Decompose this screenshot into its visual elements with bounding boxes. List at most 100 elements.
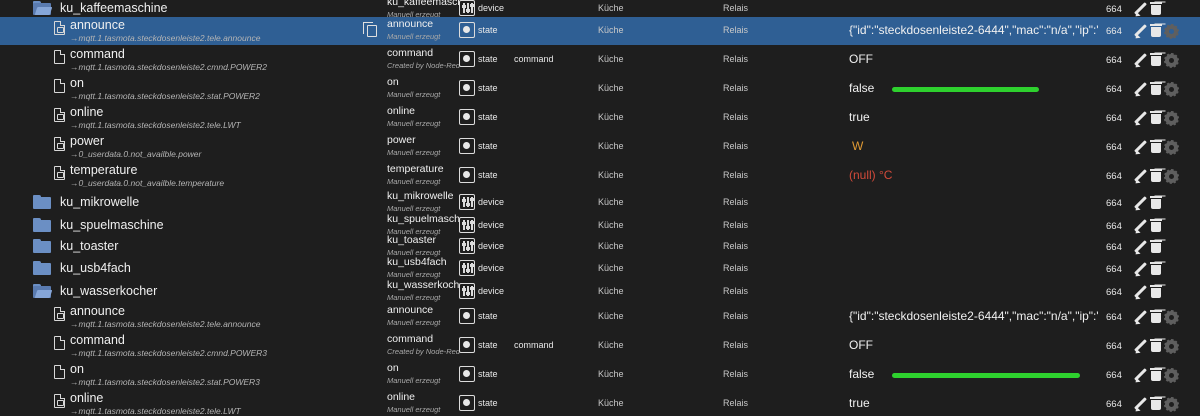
edit-icon[interactable] <box>1133 262 1147 276</box>
common-name: on <box>387 75 399 88</box>
edit-icon[interactable] <box>1133 310 1147 324</box>
tree-row-folder[interactable]: ku_mikrowelle ku_mikrowelle Manuell erzeug… <box>0 190 1200 216</box>
common-name-origin: Manuell erzeugt <box>387 118 441 128</box>
tree-row-state[interactable]: on →mqtt.1.tasmota.steckdosenleiste2.stat… <box>0 360 1200 390</box>
object-function: Relais <box>723 339 749 350</box>
object-value[interactable]: OFF <box>849 52 1099 66</box>
delete-icon[interactable] <box>1150 195 1162 209</box>
object-function: Relais <box>723 82 749 93</box>
delete-icon[interactable] <box>1150 396 1162 410</box>
edit-icon[interactable] <box>1133 2 1147 16</box>
object-value[interactable]: W <box>852 139 1102 153</box>
object-type: device <box>478 263 505 273</box>
acl-value[interactable]: 664 <box>1106 84 1122 95</box>
tree-row-state[interactable]: online →mqtt.1.tasmota.steckdosenleiste2.… <box>0 389 1200 416</box>
edit-icon[interactable] <box>1133 285 1147 299</box>
settings-icon[interactable] <box>1164 367 1179 383</box>
acl-value[interactable]: 664 <box>1106 171 1122 182</box>
acl-value[interactable]: 664 <box>1106 287 1122 298</box>
edit-icon[interactable] <box>1133 240 1147 254</box>
delete-icon[interactable] <box>1150 1 1162 15</box>
acl-value[interactable]: 664 <box>1106 198 1122 209</box>
acl-value[interactable]: 664 <box>1106 221 1122 232</box>
delete-icon[interactable] <box>1150 367 1162 381</box>
acl-value[interactable]: 664 <box>1106 142 1122 153</box>
delete-icon[interactable] <box>1150 284 1162 298</box>
acl-value[interactable]: 664 <box>1106 399 1122 410</box>
object-value[interactable]: {"id":"steckdosenleiste2-6444","mac":"n/… <box>849 309 1099 323</box>
tree-row-state[interactable]: power →0_userdata.0.not_availble.power pow… <box>0 132 1200 162</box>
settings-icon[interactable] <box>1164 81 1179 97</box>
tree-row-folder[interactable]: ku_usb4fach ku_usb4fach Manuell erzeugt dev… <box>0 256 1200 281</box>
settings-icon[interactable] <box>1164 338 1179 354</box>
tree-row-state[interactable]: command →mqtt.1.tasmota.steckdosenleiste2… <box>0 331 1200 361</box>
folder-icon[interactable] <box>33 239 51 253</box>
tree-row-folder[interactable]: ku_wasserkocherku_wasserkocherManuell er… <box>0 279 1200 304</box>
edit-icon[interactable] <box>1133 53 1147 67</box>
acl-value[interactable]: 664 <box>1106 113 1122 124</box>
tree-row-folder[interactable]: ku_kaffeemaschineku_kaffeemaschineManuel… <box>0 0 1200 19</box>
edit-icon[interactable] <box>1133 196 1147 210</box>
folder-icon[interactable] <box>33 217 51 232</box>
acl-value[interactable]: 664 <box>1106 26 1122 37</box>
edit-icon[interactable] <box>1133 111 1147 125</box>
alias-path: →mqtt.1.tasmota.steckdosenleiste2.cmnd.P… <box>70 347 267 358</box>
acl-value[interactable]: 664 <box>1106 312 1122 323</box>
object-function: Relais <box>723 311 749 321</box>
object-value[interactable]: (null) °C <box>849 168 1099 182</box>
edit-icon[interactable] <box>1133 24 1147 38</box>
object-value[interactable]: true <box>849 110 1099 124</box>
acl-value[interactable]: 664 <box>1106 55 1122 66</box>
tree-row-state[interactable]: announce →mqtt.1.tasmota.steckdosenleiste… <box>0 17 1200 46</box>
object-value[interactable]: {"id":"steckdosenleiste2-6444","mac":"n/… <box>849 23 1099 37</box>
settings-icon[interactable] <box>1164 52 1179 68</box>
edit-icon[interactable] <box>1133 339 1147 353</box>
tree-row-state[interactable]: temperature →0_userdata.0.not_availble.te… <box>0 161 1200 191</box>
delete-icon[interactable] <box>1150 218 1162 232</box>
edit-icon[interactable] <box>1133 169 1147 183</box>
settings-icon[interactable] <box>1164 168 1179 184</box>
tree-row-state[interactable]: online →mqtt.1.tasmota.steckdosenleiste2.… <box>0 103 1200 133</box>
delete-icon[interactable] <box>1150 310 1162 323</box>
delete-icon[interactable] <box>1150 139 1162 153</box>
acl-value[interactable]: 664 <box>1106 370 1122 381</box>
folder-icon[interactable] <box>33 261 51 275</box>
settings-icon[interactable] <box>1164 139 1179 155</box>
object-room: Küche <box>598 311 624 321</box>
delete-icon[interactable] <box>1150 262 1162 275</box>
settings-icon[interactable] <box>1164 24 1179 39</box>
settings-icon[interactable] <box>1164 110 1179 126</box>
settings-icon[interactable] <box>1164 310 1179 325</box>
settings-icon[interactable] <box>1164 396 1179 412</box>
state-type-icon <box>459 308 475 324</box>
delete-icon[interactable] <box>1150 110 1162 124</box>
delete-icon[interactable] <box>1150 240 1162 253</box>
object-value[interactable]: OFF <box>849 338 1099 352</box>
edit-icon[interactable] <box>1133 397 1147 411</box>
folder-open-icon[interactable] <box>33 283 53 298</box>
folder-icon[interactable] <box>33 194 51 209</box>
acl-value[interactable]: 664 <box>1106 242 1122 253</box>
tree-row-folder[interactable]: ku_toaster ku_toaster Manuell erzeugt devic… <box>0 234 1200 259</box>
folder-open-icon[interactable] <box>33 0 53 15</box>
acl-value[interactable]: 664 <box>1106 264 1122 275</box>
tree-row-folder[interactable]: ku_spuelmaschineku_spuelmaschineManuell … <box>0 213 1200 237</box>
tree-row-state[interactable]: announce →mqtt.1.tasmota.steckdosenleiste… <box>0 303 1200 332</box>
delete-icon[interactable] <box>1150 24 1162 37</box>
object-room: Küche <box>598 339 624 350</box>
delete-icon[interactable] <box>1150 338 1162 352</box>
common-name-origin: Manuell erzeugt <box>387 176 441 186</box>
edit-icon[interactable] <box>1133 140 1147 154</box>
tree-row-state[interactable]: on →mqtt.1.tasmota.steckdosenleiste2.stat… <box>0 74 1200 104</box>
edit-icon[interactable] <box>1133 82 1147 96</box>
delete-icon[interactable] <box>1150 168 1162 182</box>
delete-icon[interactable] <box>1150 52 1162 66</box>
acl-value[interactable]: 664 <box>1106 341 1122 352</box>
delete-icon[interactable] <box>1150 81 1162 95</box>
edit-icon[interactable] <box>1133 219 1147 233</box>
object-value[interactable]: true <box>849 396 1099 410</box>
copy-icon[interactable] <box>363 22 377 37</box>
tree-row-state[interactable]: command →mqtt.1.tasmota.steckdosenleiste2… <box>0 45 1200 75</box>
acl-value[interactable]: 664 <box>1106 4 1122 15</box>
edit-icon[interactable] <box>1133 368 1147 382</box>
